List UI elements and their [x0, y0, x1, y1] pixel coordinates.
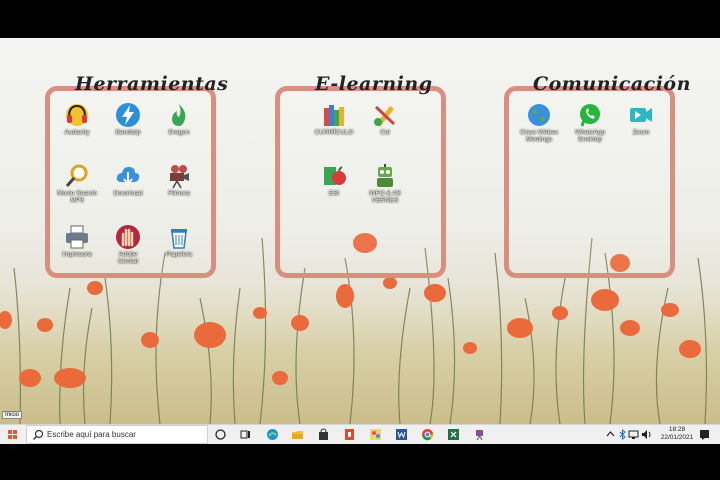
hand-icon [116, 225, 140, 249]
desktop-icon-audacity[interactable]: Audacity [57, 102, 97, 136]
edge-icon[interactable] [266, 428, 279, 441]
desktop-icon-label: ESI [328, 190, 340, 197]
desktop: Herramientas Audacity Bandizip Dragon Mo… [0, 38, 720, 443]
desktop-icon-whatsapp[interactable]: WhatsApp Desktop [570, 102, 610, 143]
desktop-icon-adobe[interactable]: Adobe Cenital [108, 224, 148, 265]
desktop-icon-label: Zoom [632, 129, 650, 136]
desktop-icon-info-vernes[interactable]: INFO & AS VERNES [365, 163, 405, 204]
excel-icon[interactable] [447, 428, 460, 441]
panel-title-herramientas: Herramientas [75, 73, 229, 95]
flame-icon [172, 104, 186, 126]
lightning-icon [116, 103, 140, 127]
desktop-icon-dragon[interactable]: Dragon [159, 102, 199, 136]
store-icon[interactable] [317, 428, 330, 441]
desktop-icon-label: Papelera [165, 251, 193, 258]
game-icon[interactable] [473, 428, 486, 441]
desktop-icon-label: Impresora [62, 251, 92, 258]
clock-date: 22/01/2021 [660, 434, 694, 441]
cloud-download-icon [116, 167, 140, 186]
globe-icon [528, 104, 550, 126]
desktop-icon-curriculo[interactable]: CURRÍCULO [314, 102, 354, 136]
notifications-icon[interactable] [698, 428, 711, 441]
desktop-icon-esi[interactable]: ESI [314, 163, 354, 197]
windows-logo-icon [8, 430, 17, 439]
panel-e-learning [275, 86, 446, 278]
network-icon[interactable] [627, 428, 640, 441]
office-icon[interactable] [343, 428, 356, 441]
magnifier-icon [65, 164, 88, 187]
desktop-icon-download[interactable]: Download [108, 163, 148, 197]
start-button[interactable] [0, 425, 26, 444]
desktop-icon-label: Download [113, 190, 143, 197]
taskbar-clock[interactable]: 18:28 22/01/2021 [660, 426, 694, 442]
start-tooltip: Inicio [2, 411, 23, 419]
paint-icon[interactable] [369, 428, 382, 441]
word-icon[interactable] [395, 428, 408, 441]
volume-icon[interactable] [640, 428, 653, 441]
cortana-icon[interactable] [214, 428, 227, 441]
taskbar: Escribe aquí para buscar 18:28 22/01/202… [0, 424, 720, 444]
pencil-ruler-icon [374, 105, 396, 127]
desktop-icon-label: CURRÍCULO [314, 129, 354, 136]
printer-icon [66, 225, 88, 249]
video-camera-icon [170, 165, 189, 189]
desktop-icon-papelera[interactable]: Papelera [159, 224, 199, 258]
desktop-icon-label: Cisco Webex Meetings [519, 129, 559, 143]
taskbar-search[interactable]: Escribe aquí para buscar [26, 425, 208, 444]
apple-books-icon [324, 166, 346, 185]
desktop-icon-webex[interactable]: Cisco Webex Meetings [519, 102, 559, 143]
search-placeholder: Escribe aquí para buscar [47, 430, 136, 439]
desktop-icon-label: INFO & AS VERNES [369, 190, 401, 204]
desktop-icon-zoom[interactable]: Zoom [621, 102, 661, 136]
desktop-icon-movie-search[interactable]: Movie Search MP3 [57, 163, 97, 204]
desktop-icon-bandizip[interactable]: Bandizip [108, 102, 148, 136]
file-explorer-icon[interactable] [291, 428, 304, 441]
desktop-icon-cal[interactable]: Cal [365, 102, 405, 136]
robot-icon [377, 164, 393, 187]
desktop-icon-label: Filmora [168, 190, 190, 197]
desktop-icon-label: Cal [380, 129, 390, 136]
chrome-icon[interactable] [421, 428, 434, 441]
panel-title-comunicacion: Comunicación [533, 73, 691, 95]
desktop-icon-label: Movie Search MP3 [57, 190, 97, 204]
task-view-icon[interactable] [239, 428, 252, 441]
desktop-icon-label: Adobe Cenital [117, 251, 139, 265]
panel-title-e-learning: E-learning [315, 73, 433, 95]
headphones-icon [66, 104, 88, 126]
desktop-icon-filmora[interactable]: Filmora [159, 163, 199, 197]
zoom-camera-icon [630, 108, 652, 122]
desktop-icon-label: Dragon [168, 129, 190, 136]
desktop-icon-impresora[interactable]: Impresora [57, 224, 97, 258]
whatsapp-icon [580, 104, 600, 127]
trash-icon [171, 229, 187, 249]
search-icon [33, 429, 44, 440]
books-icon [324, 105, 344, 126]
desktop-icon-label: Audacity [64, 129, 90, 136]
clock-time: 18:28 [668, 426, 686, 433]
desktop-icon-label: WhatsApp Desktop [575, 129, 605, 143]
desktop-icon-label: Bandizip [115, 129, 141, 136]
